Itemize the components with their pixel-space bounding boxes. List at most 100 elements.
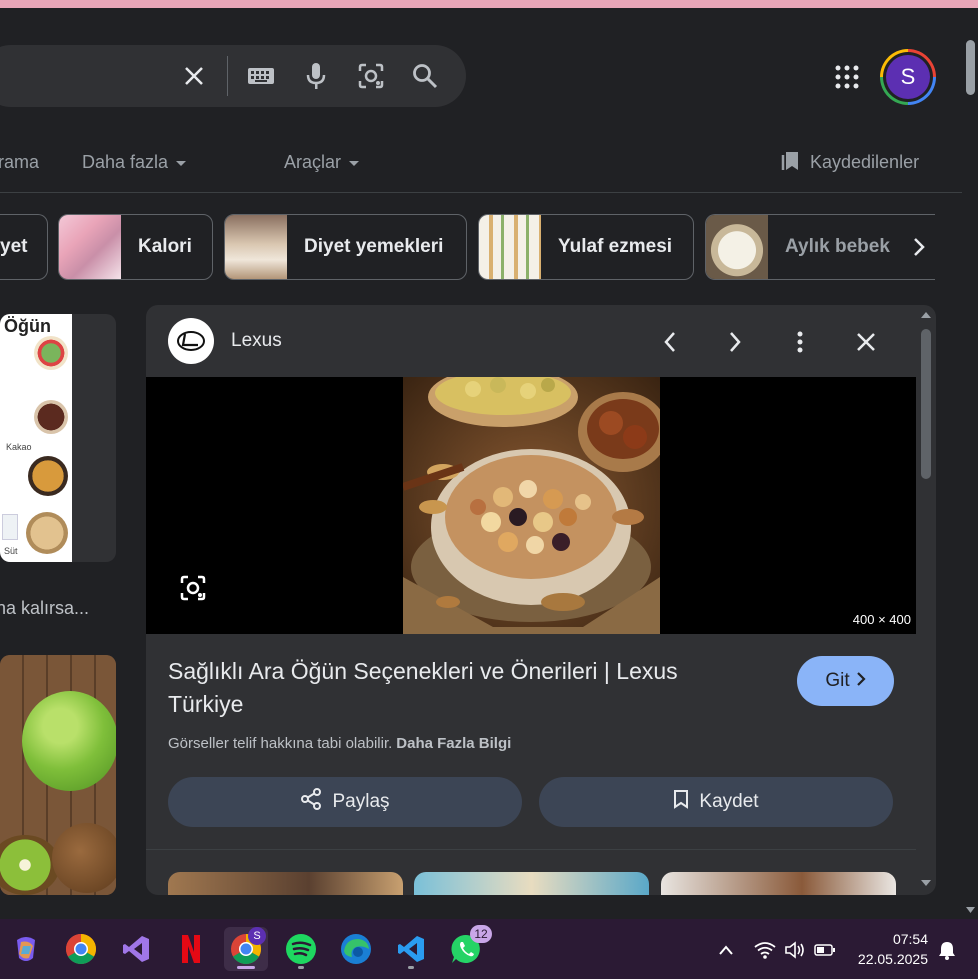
chevron-left-icon[interactable] <box>654 326 686 358</box>
chip-thumbnail <box>59 215 121 279</box>
chip-label: yet <box>0 236 28 257</box>
food-image <box>26 512 68 554</box>
chevron-right-icon[interactable] <box>902 230 936 264</box>
tab-tools[interactable]: Araçlar <box>284 152 360 173</box>
chip-baby[interactable]: Aylık bebek <box>705 214 935 280</box>
chip-thumbnail <box>706 215 768 279</box>
chevron-right-icon[interactable] <box>719 326 751 358</box>
edge-icon[interactable] <box>334 927 378 971</box>
chip-oatmeal[interactable]: Yulaf ezmesi <box>478 214 694 280</box>
close-icon[interactable] <box>850 326 882 358</box>
visual-studio-icon[interactable] <box>114 927 158 971</box>
page-scrollbar-thumb[interactable] <box>966 40 975 95</box>
image-preview-panel: Lexus 400 × 400 Sağlıklı Ara Öğün Seçene… <box>146 305 916 895</box>
related-image[interactable] <box>168 872 403 895</box>
chip-label: Yulaf ezmesi <box>558 236 673 257</box>
visit-label: Git <box>825 670 850 691</box>
copyright-notice: Görseller telif hakkına tabi olabilir. Da… <box>168 735 511 752</box>
share-button[interactable]: Paylaş <box>168 777 522 827</box>
tab-arama[interactable]: Arama <box>0 152 39 173</box>
copilot-icon[interactable] <box>4 927 48 971</box>
mic-icon[interactable] <box>301 61 331 91</box>
infographic-label: Süt <box>4 546 18 556</box>
save-label: Kaydet <box>699 791 759 812</box>
chip-diyet[interactable]: yet <box>0 214 49 280</box>
chip-thumbnail <box>225 215 287 279</box>
preview-title[interactable]: Sağlıklı Ara Öğün Seçenekleri ve Önerile… <box>168 655 728 721</box>
whatsapp-icon[interactable]: 12 <box>444 925 492 971</box>
copyright-text: Görseller telif hakkına tabi olabilir. <box>168 735 393 752</box>
clock[interactable]: 07:54 22.05.2025 <box>850 929 928 969</box>
learn-more-link[interactable]: Daha Fazla Bilgi <box>396 735 511 752</box>
bookmarks-icon <box>780 148 802 177</box>
wifi-icon[interactable] <box>754 939 776 961</box>
close-icon[interactable] <box>179 61 209 91</box>
chevron-up-icon[interactable] <box>715 939 737 961</box>
apple-image <box>22 691 116 791</box>
infographic-image: Öğün Kakao Süt <box>0 314 72 562</box>
page-scrollbar[interactable] <box>962 30 978 920</box>
preview-photo[interactable] <box>403 377 660 634</box>
keyboard-icon[interactable] <box>246 61 276 91</box>
window-top-strip <box>0 0 978 8</box>
chrome-icon[interactable] <box>59 927 103 971</box>
lens-icon[interactable] <box>356 61 386 91</box>
apps-grid-icon[interactable] <box>832 62 862 92</box>
scrollbar-thumb[interactable] <box>921 329 931 479</box>
spotify-icon[interactable] <box>279 927 323 971</box>
avatar[interactable]: S <box>886 55 930 99</box>
taskbar: S 12 07:54 22.05.2025 <box>0 919 978 979</box>
clock-time: 07:54 <box>892 931 928 947</box>
source-name[interactable]: Lexus <box>231 330 282 352</box>
profile-badge: S <box>248 927 266 945</box>
search-icon[interactable] <box>410 61 440 91</box>
chip-diet-meals[interactable]: Diyet yemekleri <box>224 214 467 280</box>
chrome-profile-icon[interactable]: S <box>224 927 268 971</box>
save-button[interactable]: Kaydet <box>539 777 893 827</box>
chip-label: Diyet yemekleri <box>304 236 444 257</box>
chevron-down-icon <box>176 160 187 166</box>
visit-button[interactable]: Git <box>797 656 894 706</box>
result-caption[interactable]: na kalırsa... <box>0 598 89 619</box>
scroll-down-icon[interactable] <box>965 906 976 914</box>
preview-image-stage: 400 × 400 <box>146 377 916 634</box>
related-image[interactable] <box>661 872 896 895</box>
chip-label: Kalori <box>138 236 192 257</box>
tab-more[interactable]: Daha fazla <box>82 152 187 173</box>
lexus-logo-icon[interactable] <box>168 318 214 364</box>
result-image[interactable]: Öğün Kakao Süt <box>0 314 116 562</box>
chevron-right-icon <box>856 670 866 692</box>
clock-date: 22.05.2025 <box>857 951 928 967</box>
notification-badge: 12 <box>470 925 492 943</box>
account-avatar-ring[interactable]: S <box>880 49 936 105</box>
search-divider <box>227 56 228 96</box>
chip-kalori[interactable]: Kalori <box>58 214 213 280</box>
battery-icon[interactable] <box>814 939 836 961</box>
chip-label: Aylık bebek <box>785 236 890 257</box>
lens-icon[interactable] <box>176 571 210 605</box>
kiwi-whole-image <box>52 823 116 893</box>
scroll-down-icon[interactable] <box>920 879 932 887</box>
active-indicator <box>237 966 255 969</box>
milk-glass-image <box>2 514 18 540</box>
search-bar[interactable] <box>0 45 466 107</box>
running-indicator <box>298 966 304 969</box>
vscode-icon[interactable] <box>389 927 433 971</box>
volume-icon[interactable] <box>784 939 806 961</box>
tab-more-label: Daha fazla <box>82 152 169 172</box>
saved-label: Kaydedilenler <box>810 152 920 172</box>
food-image <box>34 336 68 370</box>
notifications-icon[interactable] <box>936 939 958 961</box>
tab-tools-label: Araçlar <box>284 152 342 172</box>
panel-scrollbar[interactable] <box>916 305 936 895</box>
food-image <box>28 456 68 496</box>
saved-link[interactable]: Kaydedilenler <box>780 148 919 177</box>
scroll-up-icon[interactable] <box>920 311 932 319</box>
nav-divider <box>0 192 978 193</box>
netflix-icon[interactable] <box>169 927 213 971</box>
result-image-fruits[interactable] <box>0 655 116 895</box>
more-vert-icon[interactable] <box>784 326 816 358</box>
infographic-title: Öğün <box>4 316 51 336</box>
related-image[interactable] <box>414 872 649 895</box>
infographic-label: Kakao <box>6 442 32 452</box>
